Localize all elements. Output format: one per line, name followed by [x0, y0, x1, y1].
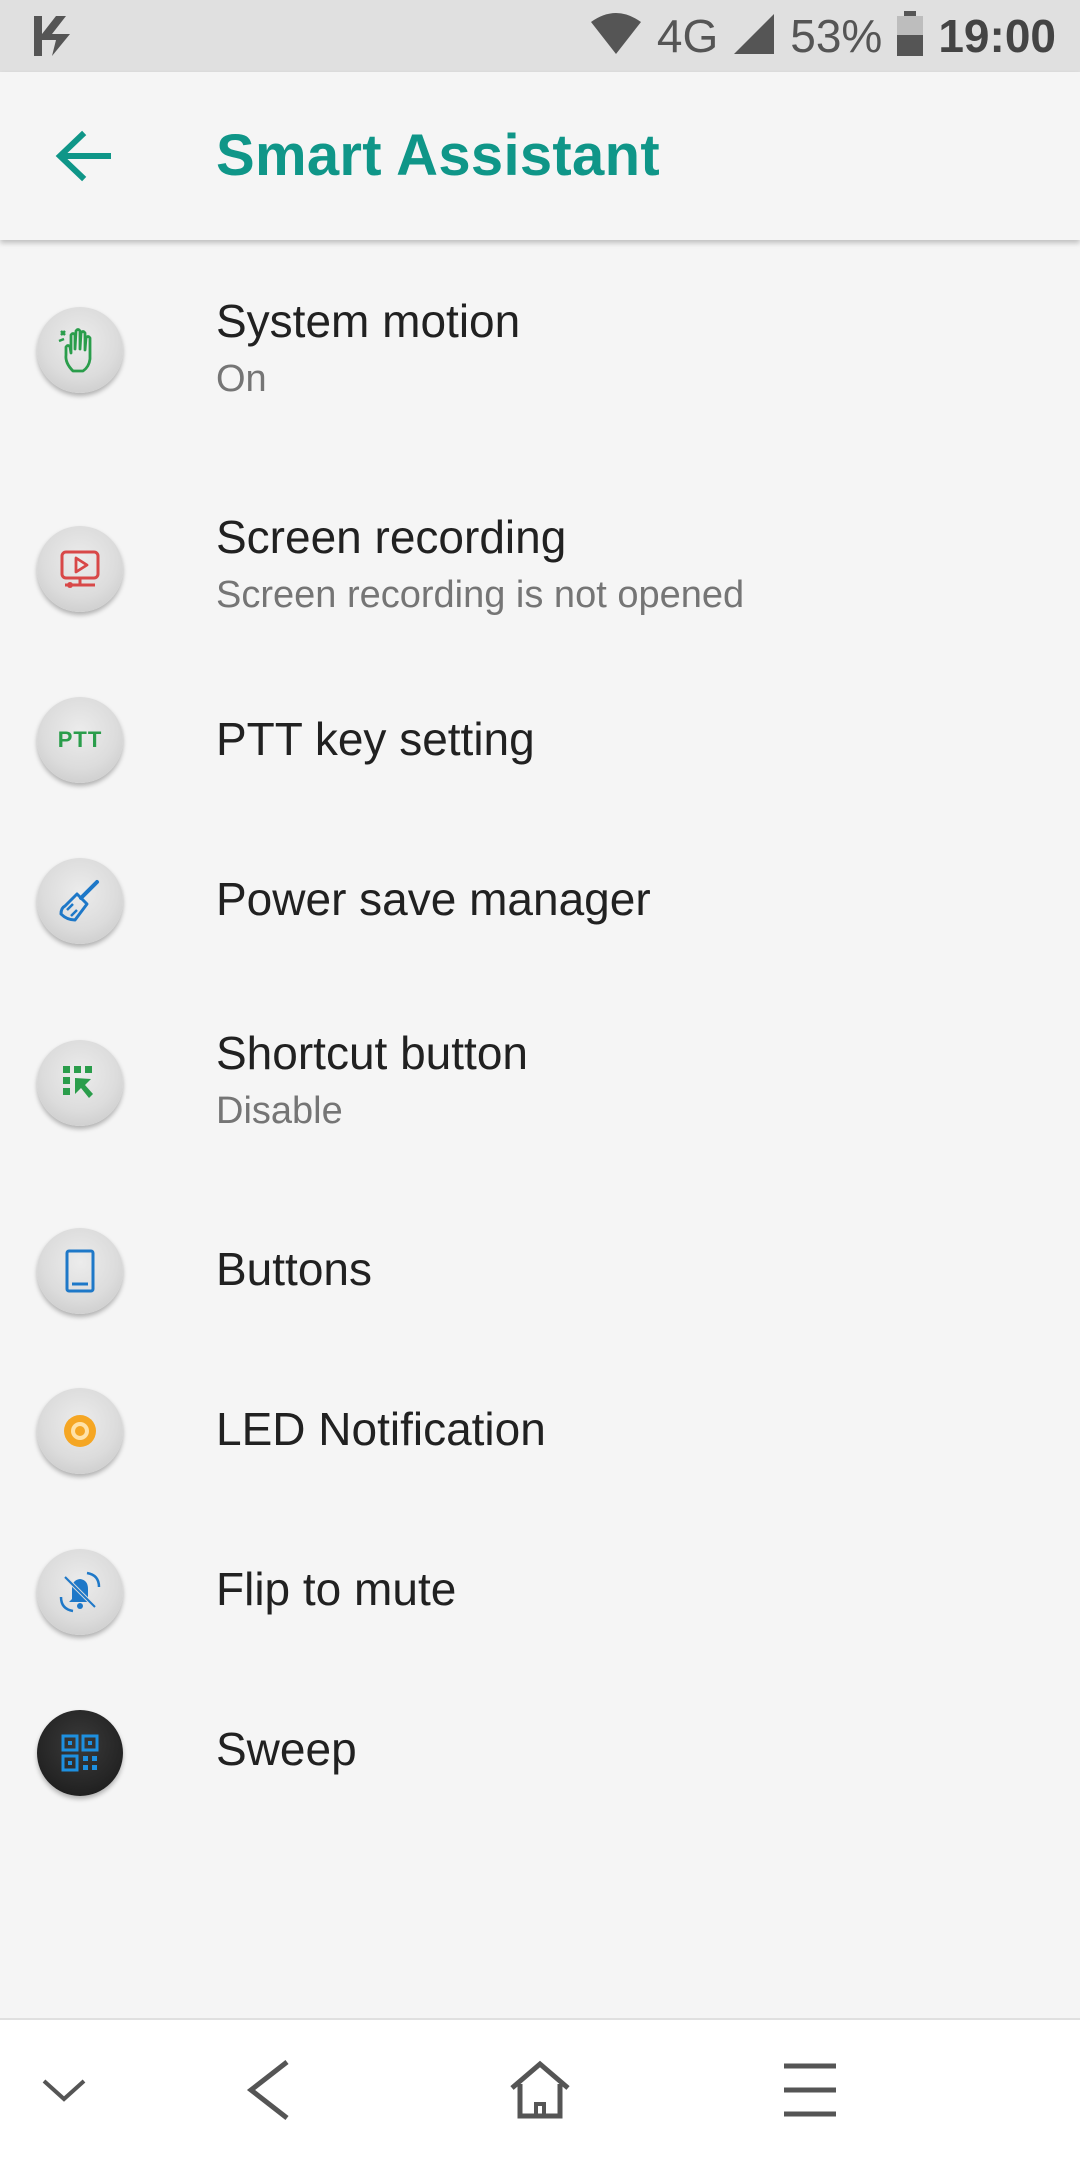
list-item-shortcut-button[interactable]: Shortcut button Disable [0, 990, 1080, 1170]
item-title: Power save manager [216, 873, 651, 925]
nav-back-button[interactable] [218, 2044, 318, 2136]
item-title: Buttons [216, 1243, 372, 1295]
item-title: Flip to mute [216, 1563, 457, 1615]
wifi-icon [589, 12, 643, 61]
list-item-buttons[interactable]: Buttons [0, 1200, 1080, 1340]
item-subtitle: On [216, 358, 267, 400]
home-icon [510, 2060, 570, 2119]
app-bar: Smart Assistant [0, 72, 1080, 240]
menu-button[interactable] [760, 2044, 860, 2136]
list-item-system-motion[interactable]: System motion On [0, 264, 1080, 434]
clock: 19:00 [938, 10, 1056, 62]
battery-percent: 53% [790, 10, 883, 62]
signal-icon [732, 12, 776, 61]
mute-bell-icon [37, 1549, 123, 1635]
screen-record-icon [37, 526, 123, 612]
list-item-flip-to-mute[interactable]: Flip to mute [0, 1520, 1080, 1660]
arrow-left-icon [55, 130, 111, 182]
phone-button-icon [37, 1228, 123, 1314]
list-item-ptt-key-setting[interactable]: PTT PTT key setting [0, 670, 1080, 810]
battery-icon [896, 10, 924, 62]
qr-code-icon [37, 1710, 123, 1796]
item-title: LED Notification [216, 1403, 546, 1455]
page-title: Smart Assistant [216, 123, 660, 188]
back-button[interactable] [40, 116, 128, 196]
item-subtitle: Disable [216, 1090, 343, 1132]
navigation-bar [0, 2018, 1080, 2162]
list-item-sweep[interactable]: Sweep [0, 1680, 1080, 1820]
item-title: Sweep [216, 1723, 357, 1775]
broom-icon [37, 858, 123, 944]
ptt-icon-label: PTT [57, 727, 103, 752]
item-title: Screen recording [216, 511, 567, 563]
shortcut-icon [37, 1040, 123, 1126]
led-icon [37, 1388, 123, 1474]
ptt-icon: PTT [37, 697, 123, 783]
item-title: System motion [216, 295, 521, 347]
item-subtitle: Screen recording is not opened [216, 574, 745, 616]
hand-gesture-icon [37, 307, 123, 393]
list-item-screen-recording[interactable]: Screen recording Screen recording is not… [0, 458, 1080, 648]
item-title: PTT key setting [216, 713, 535, 765]
back-icon [246, 2060, 289, 2120]
item-title: Shortcut button [216, 1027, 528, 1079]
collapse-icon [42, 2079, 86, 2102]
list-item-led-notification[interactable]: LED Notification [0, 1360, 1080, 1500]
menu-icon [784, 2063, 836, 2117]
status-bar: 4G 53% 19:00 [0, 0, 1080, 72]
network-type: 4G [656, 10, 719, 62]
collapse-button[interactable] [14, 2044, 114, 2136]
list-item-power-save-manager[interactable]: Power save manager [0, 830, 1080, 970]
app-notification-icon [30, 10, 80, 62]
home-button[interactable] [490, 2044, 590, 2136]
